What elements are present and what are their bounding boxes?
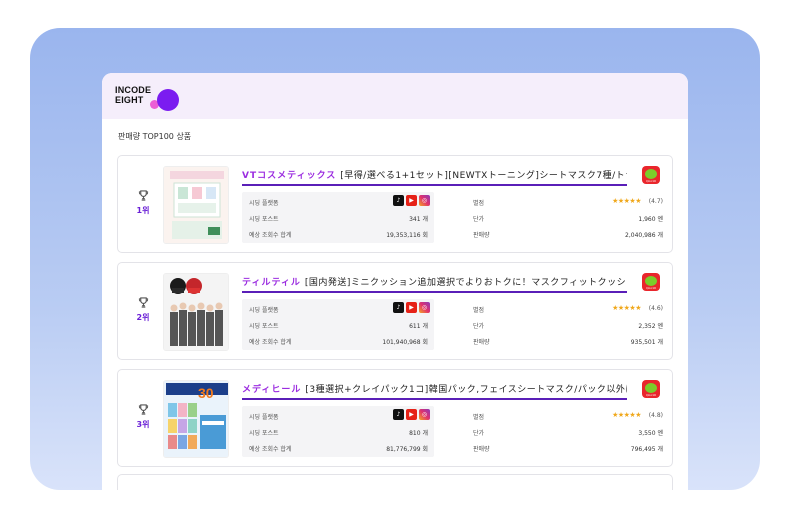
logo-dot-icon bbox=[157, 89, 179, 111]
star-rating-icon: ★★★★★ bbox=[612, 411, 641, 419]
section-title: 판매량 TOP100 상품 bbox=[118, 132, 192, 141]
logo[interactable]: INCODE EIGHT bbox=[115, 85, 151, 105]
product-image-1 bbox=[164, 167, 228, 243]
platform-row: 시딩 플랫폼 ♪ ▶ ◎ bbox=[242, 409, 434, 423]
product-thumbnail[interactable] bbox=[163, 166, 229, 244]
star-rating-icon: ★★★★★ bbox=[612, 197, 641, 205]
rating-value: (4.8) bbox=[648, 412, 663, 419]
trophy-icon bbox=[138, 404, 148, 415]
rank-box: 2위 bbox=[132, 297, 154, 323]
sales-stats: 별점 ★★★★★ (4.8) 단가 3,550 엔 판매량 796,495 개 bbox=[473, 406, 663, 457]
rank-label: 3위 bbox=[136, 420, 150, 429]
background-frame: INCODE EIGHT 판매량 TOP100 상품 1위 VTコスメティックス… bbox=[30, 28, 760, 490]
instagram-icon[interactable]: ◎ bbox=[419, 195, 430, 206]
rank-box: 3위 bbox=[132, 404, 154, 430]
product-card-1[interactable]: 1위 VTコスメティックス [早得/選べる1+1セット][NEWTXトーニング]シ… bbox=[117, 155, 673, 253]
views-row: 예상 조회수 합계 19,353,116 회 bbox=[249, 232, 428, 239]
sales-stats: 별점 ★★★★★ (4.7) 단가 1,960 엔 판매량 2,040,986 … bbox=[473, 192, 663, 243]
trophy-icon bbox=[138, 297, 148, 308]
product-card-3[interactable]: 3위 30 メディヒール [3種選択+クレイパック1コ]韓国パック,フェイスシー… bbox=[117, 369, 673, 467]
brand-name: VTコスメティックス bbox=[242, 171, 337, 181]
qoo10-icon[interactable]: Qoo10 bbox=[642, 380, 660, 398]
product-card-2[interactable]: 2위 ティルティル [国内発送]ミニクッション追加選択でよりおトクに！マスクフィ… bbox=[117, 262, 673, 360]
product-image-2 bbox=[164, 274, 228, 350]
posts-row: 시딩 포스트 810 개 bbox=[249, 430, 428, 437]
qoo10-icon[interactable]: Qoo10 bbox=[642, 166, 660, 184]
rating-row: 별점 ★★★★★ (4.6) bbox=[473, 304, 663, 314]
app-window: INCODE EIGHT 판매량 TOP100 상품 1위 VTコスメティックス… bbox=[102, 73, 688, 490]
product-thumbnail[interactable]: 30 bbox=[163, 380, 229, 458]
youtube-icon[interactable]: ▶ bbox=[406, 195, 417, 206]
logo-line1: INCODE bbox=[115, 85, 152, 95]
product-title[interactable]: VTコスメティックス [早得/選べる1+1セット][NEWTXトーニング]シートマ… bbox=[242, 168, 627, 186]
rating-row: 별점 ★★★★★ (4.7) bbox=[473, 197, 663, 207]
price-row: 단가 1,960 엔 bbox=[473, 216, 663, 223]
star-rating-icon: ★★★★★ bbox=[612, 304, 641, 312]
rating-row: 별점 ★★★★★ (4.8) bbox=[473, 411, 663, 421]
sales-value: 2,040,986 개 bbox=[625, 232, 663, 239]
youtube-icon[interactable]: ▶ bbox=[406, 409, 417, 420]
product-name: [3種選択+クレイパック1コ]韓国パック,フェイスシートマスク/パック以外は数量… bbox=[305, 385, 627, 395]
posts-value: 341 개 bbox=[409, 216, 428, 223]
rating-value: (4.6) bbox=[648, 305, 663, 312]
sales-row: 판매량 2,040,986 개 bbox=[473, 232, 663, 239]
seeding-stats: 시딩 플랫폼 ♪ ▶ ◎ 시딩 포스트 810 개 예상 조회수 합계 81,7… bbox=[242, 406, 434, 457]
brand-name: メディヒール bbox=[242, 385, 302, 395]
instagram-icon[interactable]: ◎ bbox=[419, 302, 430, 313]
sales-row: 판매량 796,495 개 bbox=[473, 446, 663, 453]
window-header: INCODE EIGHT bbox=[102, 73, 688, 119]
brand-name: ティルティル bbox=[242, 278, 301, 288]
posts-value: 810 개 bbox=[409, 430, 428, 437]
tiktok-icon[interactable]: ♪ bbox=[393, 302, 404, 313]
seeding-stats: 시딩 플랫폼 ♪ ▶ ◎ 시딩 포스트 611 개 예상 조회수 합계 101,… bbox=[242, 299, 434, 350]
posts-row: 시딩 포스트 611 개 bbox=[249, 323, 428, 330]
product-name: [国内発送]ミニクッション追加選択でよりおトクに！マスクフィットクッション6… bbox=[304, 278, 627, 288]
sales-value: 796,495 개 bbox=[630, 446, 663, 453]
views-row: 예상 조회수 합계 101,940,968 회 bbox=[249, 339, 428, 346]
price-row: 단가 2,352 엔 bbox=[473, 323, 663, 330]
views-value: 19,353,116 회 bbox=[386, 232, 428, 239]
price-value: 1,960 엔 bbox=[638, 216, 663, 223]
sales-row: 판매량 935,501 개 bbox=[473, 339, 663, 346]
product-card-4-partial[interactable] bbox=[117, 474, 673, 490]
qoo10-icon[interactable]: Qoo10 bbox=[642, 273, 660, 291]
tiktok-icon[interactable]: ♪ bbox=[393, 195, 404, 206]
price-value: 3,550 엔 bbox=[638, 430, 663, 437]
seeding-stats: 시딩 플랫폼 ♪ ▶ ◎ 시딩 포스트 341 개 예상 조회수 합계 19,3… bbox=[242, 192, 434, 243]
trophy-icon bbox=[138, 190, 148, 201]
sales-value: 935,501 개 bbox=[630, 339, 663, 346]
posts-value: 611 개 bbox=[409, 323, 428, 330]
product-image-3: 30 bbox=[164, 381, 228, 457]
platform-row: 시딩 플랫폼 ♪ ▶ ◎ bbox=[242, 195, 434, 209]
rating-value: (4.7) bbox=[648, 198, 663, 205]
platform-row: 시딩 플랫폼 ♪ ▶ ◎ bbox=[242, 302, 434, 316]
rank-label: 2위 bbox=[136, 313, 150, 322]
posts-row: 시딩 포스트 341 개 bbox=[249, 216, 428, 223]
views-value: 81,776,799 회 bbox=[386, 446, 428, 453]
instagram-icon[interactable]: ◎ bbox=[419, 409, 430, 420]
rank-label: 1위 bbox=[136, 206, 150, 215]
price-value: 2,352 엔 bbox=[638, 323, 663, 330]
product-title[interactable]: メディヒール [3種選択+クレイパック1コ]韓国パック,フェイスシートマスク/パッ… bbox=[242, 382, 627, 400]
product-name: [早得/選べる1+1セット][NEWTXトーニング]シートマスク7種/トラネキサ… bbox=[340, 171, 627, 181]
logo-line2: EIGHT bbox=[115, 95, 144, 105]
sales-stats: 별점 ★★★★★ (4.6) 단가 2,352 엔 판매량 935,501 개 bbox=[473, 299, 663, 350]
youtube-icon[interactable]: ▶ bbox=[406, 302, 417, 313]
tiktok-icon[interactable]: ♪ bbox=[393, 409, 404, 420]
product-thumbnail[interactable] bbox=[163, 273, 229, 351]
views-value: 101,940,968 회 bbox=[382, 339, 428, 346]
svg-text:30: 30 bbox=[198, 385, 214, 401]
rank-box: 1위 bbox=[132, 190, 154, 216]
price-row: 단가 3,550 엔 bbox=[473, 430, 663, 437]
product-title[interactable]: ティルティル [国内発送]ミニクッション追加選択でよりおトクに！マスクフィットクッ… bbox=[242, 275, 627, 293]
views-row: 예상 조회수 합계 81,776,799 회 bbox=[249, 446, 428, 453]
